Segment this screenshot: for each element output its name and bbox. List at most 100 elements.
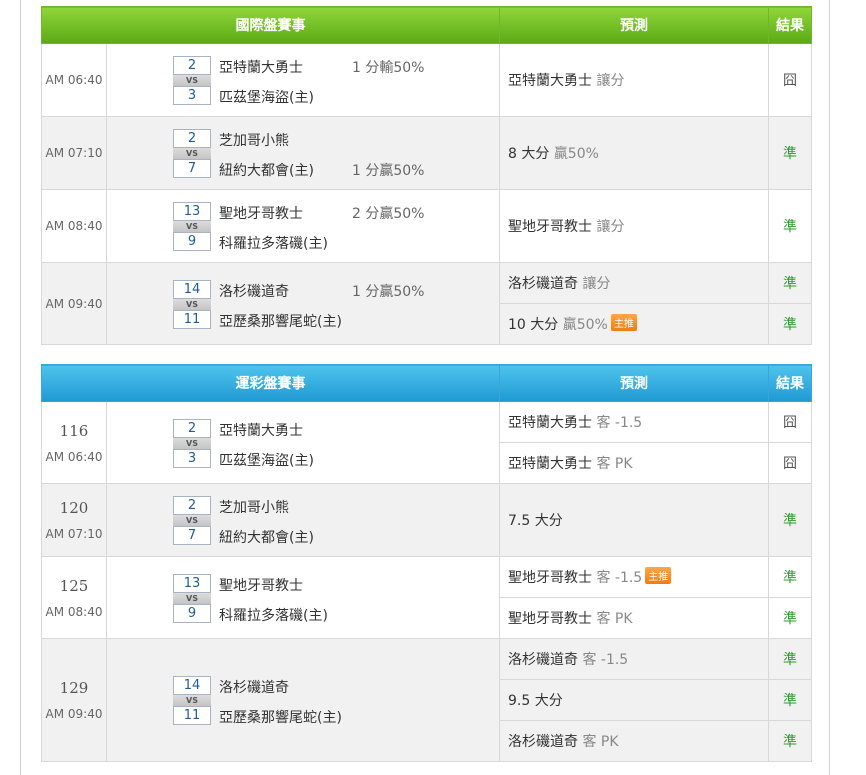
game-row: AM 06:40 2 VS 3 亞特蘭大勇士 匹茲堡海盜(主) 1 分輸50% 亞特蘭大勇士 … — [41, 43, 812, 117]
prediction-cell: 亞特蘭大勇士 客 PK — [499, 442, 769, 484]
vs-label: VS — [173, 298, 211, 310]
vs-label: VS — [173, 148, 211, 159]
game-time-cell: 120 AM 07:10 — [41, 483, 107, 557]
game-time: AM 09:40 — [45, 707, 103, 721]
scoreboard: 13 VS 9 — [173, 573, 211, 623]
matchup-cell: 13 VS 9 聖地牙哥教士 科羅拉多落磯(主) — [106, 556, 500, 639]
game-row: AM 09:40 14 VS 11 洛杉磯道奇 亞歷桑那響尾蛇(主) 1 分贏50% 洛杉磯道… — [41, 262, 812, 345]
sports-lottery-games-table: 運彩盤賽事 預測 結果 116 AM 06:40 2 VS 3 亞特蘭大勇士 匹茲堡海盜(主… — [41, 364, 812, 762]
home-score: 3 — [173, 86, 211, 105]
prediction-cell: 亞特蘭大勇士 客 -1.5 — [499, 401, 769, 443]
game-time-cell: 116 AM 06:40 — [41, 401, 107, 484]
result-cell: 囧 — [768, 43, 812, 117]
result-cell: 準 — [768, 638, 812, 680]
result-cell: 準 — [768, 116, 812, 190]
handicap-line: 2 分贏50% — [352, 206, 425, 222]
result-cell: 準 — [768, 189, 812, 263]
result-cell: 囧 — [768, 442, 812, 484]
prediction-cell: 洛杉磯道奇 客 -1.5 — [499, 638, 769, 680]
result-cell: 準 — [768, 720, 812, 762]
scoreboard: 14 VS 11 — [173, 279, 211, 329]
matchup-cell: 14 VS 11 洛杉磯道奇 亞歷桑那響尾蛇(主) 1 分贏50% — [106, 262, 500, 345]
home-score: 3 — [173, 448, 211, 468]
prediction-pick: 亞特蘭大勇士 — [508, 456, 592, 472]
game-row: 125 AM 08:40 13 VS 9 聖地牙哥教士 科羅拉多落磯(主) 聖地牙哥教士 客 … — [41, 556, 812, 639]
away-score: 2 — [173, 129, 211, 148]
game-number: 116 — [59, 421, 89, 440]
prediction-note: 讓分 — [596, 219, 625, 235]
game-row: AM 07:10 2 VS 7 芝加哥小熊 紐約大都會(主) 1 分贏50% 8 大分 贏50… — [41, 116, 812, 190]
prediction-pick: 8 大分 — [508, 146, 550, 162]
game-row: 129 AM 09:40 14 VS 11 洛杉磯道奇 亞歷桑那響尾蛇(主) 洛杉磯道奇 客 … — [41, 638, 812, 762]
away-team-name: 亞特蘭大勇士 — [219, 422, 303, 439]
prediction-pick: 聖地牙哥教士 — [508, 219, 592, 235]
prediction-cell: 10 大分 贏50% 主推 — [499, 303, 769, 345]
prediction-note: 贏50% — [562, 317, 608, 333]
game-time-cell: AM 08:40 — [41, 189, 107, 263]
game-time: AM 07:10 — [45, 527, 103, 541]
game-time: AM 09:40 — [45, 296, 103, 311]
away-score: 14 — [173, 676, 211, 695]
game-time: AM 07:10 — [45, 146, 103, 160]
home-team-name: 科羅拉多落磯(主) — [219, 607, 328, 624]
game-time-cell: AM 09:40 — [41, 262, 107, 345]
away-team-name: 聖地牙哥教士 — [219, 206, 303, 222]
prediction-cell: 聖地牙哥教士 客 -1.5 主推 — [499, 556, 769, 598]
prediction-cell: 聖地牙哥教士 讓分 — [499, 189, 769, 263]
prediction-pick: 亞特蘭大勇士 — [508, 73, 592, 89]
game-row: AM 08:40 13 VS 9 聖地牙哥教士 科羅拉多落磯(主) 2 分贏50% 聖地牙哥教… — [41, 189, 812, 263]
home-score: 7 — [173, 159, 211, 178]
away-team-name: 芝加哥小熊 — [219, 500, 289, 516]
home-team-name: 紐約大都會(主) — [219, 163, 314, 179]
international-games-table: 國際盤賽事 預測 結果 AM 06:40 2 VS 3 亞特蘭大勇士 匹茲堡海盜(主) 1 … — [41, 6, 812, 345]
international-prediction-header: 預測 — [499, 6, 769, 44]
international-match-header: 國際盤賽事 — [41, 6, 500, 44]
game-row: 120 AM 07:10 2 VS 7 芝加哥小熊 紐約大都會(主) 7.5 大分 準 — [41, 483, 812, 557]
prediction-pick: 7.5 大分 — [508, 513, 563, 529]
away-score: 2 — [173, 56, 211, 75]
game-number: 129 — [59, 679, 89, 697]
featured-pick-badge: 主推 — [645, 567, 672, 584]
result-cell: 準 — [768, 303, 812, 345]
game-time-cell: AM 06:40 — [41, 43, 107, 117]
result-cell: 準 — [768, 262, 812, 304]
lottery-result-header: 結果 — [768, 364, 812, 402]
game-time: AM 08:40 — [45, 219, 103, 233]
prediction-note: 讓分 — [596, 73, 625, 89]
game-time: AM 06:40 — [45, 449, 103, 464]
page-frame-left — [20, 0, 21, 775]
prediction-cell: 洛杉磯道奇 客 PK — [499, 720, 769, 762]
matchup-cell: 2 VS 3 亞特蘭大勇士 匹茲堡海盜(主) — [106, 401, 500, 484]
result-cell: 準 — [768, 483, 812, 557]
prediction-pick: 洛杉磯道奇 — [508, 276, 578, 292]
prediction-pick: 10 大分 — [508, 317, 559, 333]
away-score: 13 — [173, 202, 211, 221]
home-team-name: 匹茲堡海盜(主) — [219, 90, 314, 106]
matchup-cell: 2 VS 3 亞特蘭大勇士 匹茲堡海盜(主) 1 分輸50% — [106, 43, 500, 117]
vs-label: VS — [173, 75, 211, 86]
home-score: 7 — [173, 526, 211, 545]
game-time-cell: 125 AM 08:40 — [41, 556, 107, 639]
lottery-match-header: 運彩盤賽事 — [41, 364, 500, 402]
away-score: 14 — [173, 279, 211, 299]
prediction-pick: 聖地牙哥教士 — [508, 611, 592, 627]
game-time: AM 06:40 — [45, 73, 103, 87]
home-score: 9 — [173, 232, 211, 251]
home-team-name: 匹茲堡海盜(主) — [219, 452, 314, 469]
prediction-cell: 7.5 大分 — [499, 483, 769, 557]
vs-label: VS — [173, 437, 211, 449]
prediction-pick: 亞特蘭大勇士 — [508, 415, 592, 431]
handicap-line: 1 分贏50% — [352, 163, 425, 179]
game-number: 120 — [59, 499, 89, 517]
prediction-note: 讓分 — [582, 276, 611, 292]
matchup-cell: 2 VS 7 芝加哥小熊 紐約大都會(主) — [106, 483, 500, 557]
handicap-line: 1 分輸50% — [352, 60, 425, 76]
home-score: 11 — [173, 706, 211, 725]
home-team-name: 亞歷桑那響尾蛇(主) — [219, 710, 342, 726]
result-cell: 準 — [768, 679, 812, 721]
away-team-name: 芝加哥小熊 — [219, 133, 289, 149]
home-team-name: 紐約大都會(主) — [219, 530, 314, 546]
scoreboard: 2 VS 3 — [173, 56, 211, 105]
prediction-cell: 聖地牙哥教士 客 PK — [499, 597, 769, 639]
scoreboard: 13 VS 9 — [173, 202, 211, 251]
